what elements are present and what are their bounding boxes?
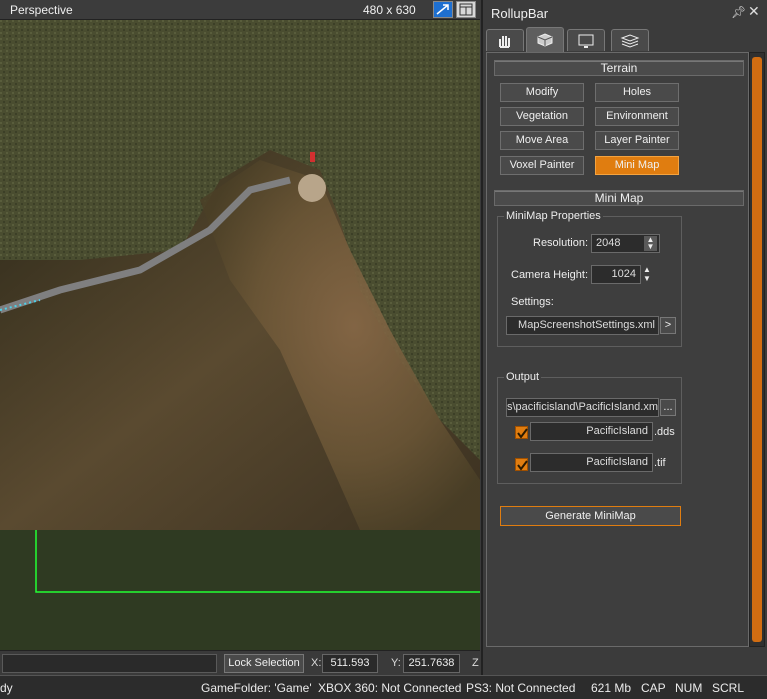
settings-file-field[interactable]: MapScreenshotSettings.xml [506, 316, 659, 335]
command-input[interactable] [2, 654, 217, 673]
holes-button[interactable]: Holes [595, 83, 679, 102]
layout-icon[interactable] [456, 1, 476, 18]
settings-browse-button[interactable]: > [660, 317, 676, 334]
status-game-folder: GameFolder: 'Game' [201, 681, 312, 695]
camera-height-field[interactable]: 1024 [591, 265, 641, 284]
output-browse-button[interactable]: ... [660, 399, 676, 416]
status-xbox: XBOX 360: Not Connected [318, 681, 462, 695]
camera-height-spinner-icon[interactable]: ▲ ▼ [642, 265, 652, 284]
output-group: Output s\pacificisland\PacificIsland.xml… [497, 371, 682, 484]
rollup-bar-panel: RollupBar 📌︎ ✕ Terrain Modify Holes Vege… [481, 0, 767, 675]
settings-label: Settings: [511, 296, 554, 308]
modify-button[interactable]: Modify [500, 83, 584, 102]
voxel-painter-button[interactable]: Voxel Painter [500, 156, 584, 175]
output-title: Output [504, 371, 542, 383]
dds-extension: .dds [654, 426, 675, 438]
pin-icon[interactable]: 📌︎ [731, 5, 746, 19]
spinner-icon[interactable]: ▲ ▼ [644, 236, 657, 251]
viewport-titlebar: Perspective 480 x 630 [0, 0, 480, 20]
x-coordinate-field[interactable]: 511.593 [322, 654, 378, 673]
rollup-title: RollupBar [491, 6, 549, 21]
minimap-properties-group: MiniMap Properties Resolution: 2048 ▲ ▼ C… [497, 210, 682, 347]
output-path-field[interactable]: s\pacificisland\PacificIsland.xml [506, 398, 659, 417]
environment-button[interactable]: Environment [595, 107, 679, 126]
status-caps-lock: CAP [641, 681, 666, 695]
maximize-icon[interactable] [433, 1, 453, 18]
scrollbar-thumb[interactable] [752, 57, 762, 642]
perspective-viewport[interactable]: Perspective 480 x 630 [0, 0, 480, 650]
resolution-select[interactable]: 2048 ▲ ▼ [591, 234, 660, 253]
status-scroll-lock: SCRL [712, 681, 745, 695]
status-num-lock: NUM [675, 681, 703, 695]
resolution-label: Resolution: [533, 237, 589, 249]
tab-display-icon[interactable] [567, 29, 605, 51]
status-memory: 621 Mb [591, 681, 632, 695]
status-ready: dy [0, 681, 13, 695]
x-label: X: [311, 657, 322, 669]
status-ps3: PS3: Not Connected [466, 681, 576, 695]
tif-filename-field[interactable]: PacificIsland [530, 453, 653, 472]
coordinate-bar: Lock Selection X: 511.593 Y: 251.7638 Z [0, 650, 480, 675]
resolution-value: 2048 [596, 237, 621, 249]
y-coordinate-field[interactable]: 251.7638 [403, 654, 460, 673]
tif-extension: .tif [654, 457, 666, 469]
tab-hand-icon[interactable] [486, 29, 524, 51]
status-bar: dy GameFolder: 'Game' XBOX 360: Not Conn… [0, 675, 767, 699]
viewport-resolution: 480 x 630 [363, 3, 416, 17]
lock-selection-button[interactable]: Lock Selection [224, 654, 304, 673]
rollup-scrollbar[interactable] [749, 52, 765, 647]
vegetation-button[interactable]: Vegetation [500, 107, 584, 126]
z-label: Z [472, 657, 479, 669]
terrain-scene[interactable] [0, 20, 480, 650]
dds-filename-field[interactable]: PacificIsland [530, 422, 653, 441]
mini-map-button[interactable]: Mini Map [595, 156, 679, 175]
tif-checkbox[interactable] [515, 458, 528, 471]
tab-objects-icon[interactable] [526, 27, 564, 52]
dds-checkbox[interactable] [515, 426, 528, 439]
y-label: Y: [391, 657, 401, 669]
tab-layers-icon[interactable] [611, 29, 649, 51]
layer-painter-button[interactable]: Layer Painter [595, 131, 679, 150]
generate-minimap-button[interactable]: Generate MiniMap [500, 506, 681, 526]
minimap-section-header[interactable]: Mini Map [494, 190, 744, 206]
camera-height-label: Camera Height: [511, 269, 589, 281]
minimap-properties-title: MiniMap Properties [504, 210, 603, 222]
viewport-title: Perspective [10, 3, 73, 17]
terrain-section-header[interactable]: Terrain [494, 60, 744, 76]
close-icon[interactable]: ✕ [748, 3, 760, 20]
move-area-button[interactable]: Move Area [500, 131, 584, 150]
rollup-body: Terrain Modify Holes Vegetation Environm… [486, 52, 749, 647]
